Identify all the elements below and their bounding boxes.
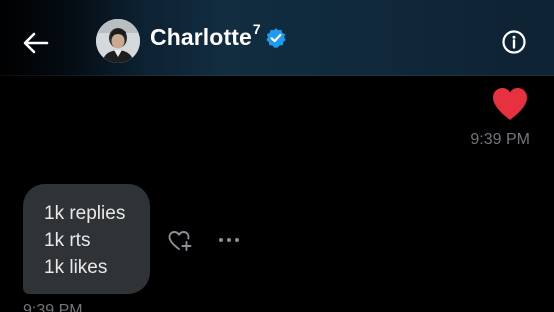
back-button[interactable]	[18, 25, 54, 61]
arrow-left-icon	[23, 32, 49, 54]
user-avatar-image	[96, 19, 140, 63]
heart-plus-icon	[168, 231, 192, 251]
message-line: 1k likes	[44, 257, 108, 278]
message-line: 1k rts	[44, 230, 91, 251]
verified-badge-icon	[265, 27, 287, 49]
heart-emoji-icon	[493, 88, 527, 120]
received-message-timestamp: 9:39 PM	[23, 302, 83, 312]
add-reaction-button[interactable]	[167, 229, 193, 253]
more-options-button[interactable]	[216, 230, 242, 250]
received-message-bubble[interactable]: 1k replies 1k rts 1k likes	[23, 184, 150, 294]
more-horizontal-icon	[219, 238, 239, 242]
sent-message-timestamp: 9:39 PM	[470, 131, 530, 148]
conversation-header: Charlotte 7	[0, 0, 554, 76]
avatar[interactable]	[96, 19, 140, 63]
contact-name-superscript: 7	[252, 20, 261, 37]
sent-message-heart[interactable]	[490, 86, 530, 122]
profile-title[interactable]: Charlotte 7	[150, 20, 287, 51]
contact-name: Charlotte	[150, 24, 252, 50]
message-line: 1k replies	[44, 203, 126, 224]
dm-conversation-screen: Charlotte 7 9:39 PM 1k replies 1k rts 1k…	[0, 0, 554, 312]
info-circle-icon	[502, 30, 526, 54]
conversation-info-button[interactable]	[500, 28, 528, 56]
